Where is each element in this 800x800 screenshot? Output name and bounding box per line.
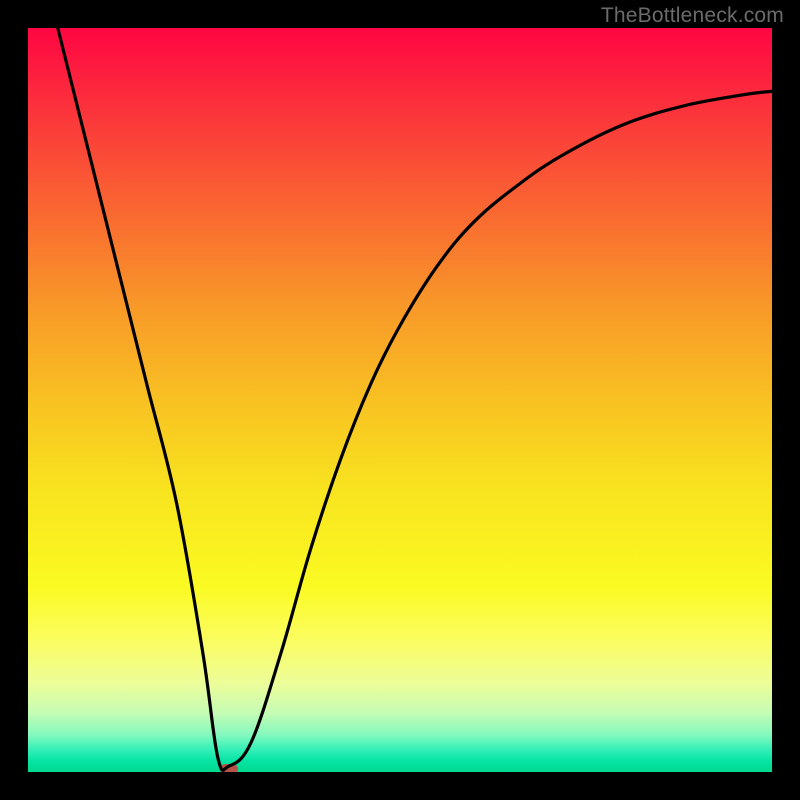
line-curve xyxy=(28,28,772,772)
chart-stage: TheBottleneck.com xyxy=(0,0,800,800)
curve-path xyxy=(58,28,772,770)
plot-area xyxy=(28,28,772,772)
watermark-text: TheBottleneck.com xyxy=(601,4,784,28)
